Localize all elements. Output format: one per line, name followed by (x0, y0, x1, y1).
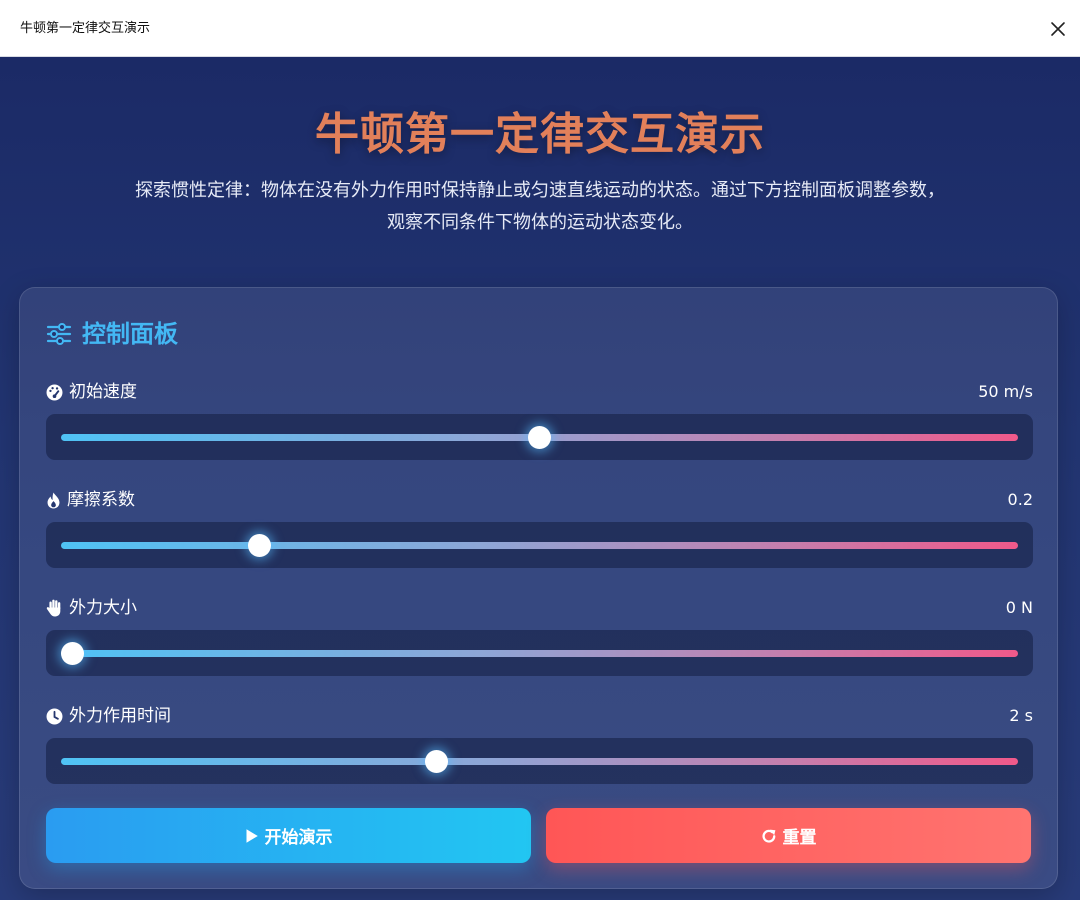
reset-button[interactable]: 重置 (546, 808, 1031, 863)
start-demo-button[interactable]: 开始演示 (46, 808, 531, 863)
control-header: 外力大小 0 N (46, 596, 1033, 620)
control-label-text: 摩擦系数 (67, 490, 135, 510)
control-header: 外力作用时间 2 s (46, 704, 1033, 728)
control-label: 外力大小 (46, 596, 137, 620)
control-label-text: 外力大小 (69, 598, 137, 618)
slider-thumb[interactable] (528, 426, 551, 449)
clock-icon (46, 708, 63, 724)
control-panel-header: 控制面板 (46, 316, 178, 352)
slider-force-duration[interactable] (46, 738, 1033, 784)
close-icon (1051, 22, 1065, 36)
control-initial-speed: 初始速度 50 m/s (46, 380, 1033, 472)
slider-friction-coefficient[interactable] (46, 522, 1033, 568)
control-label: 初始速度 (46, 380, 137, 404)
slider-external-force[interactable] (46, 630, 1033, 676)
slider-thumb[interactable] (60, 642, 84, 665)
control-label-text: 外力作用时间 (69, 706, 171, 726)
window-titlebar: 牛顿第一定律交互演示 (0, 0, 1080, 57)
control-panel-title: 控制面板 (82, 320, 178, 348)
control-label: 外力作用时间 (46, 704, 171, 728)
slider-track[interactable] (61, 542, 1018, 549)
control-header: 初始速度 50 m/s (46, 380, 1033, 404)
control-value: 0 N (1005, 598, 1033, 617)
slider-track[interactable] (61, 650, 1018, 657)
window-title: 牛顿第一定律交互演示 (20, 21, 151, 36)
app-content: 牛顿第一定律交互演示 探索惯性定律：物体在没有外力作用时保持静止或匀速直线运动的… (0, 57, 1080, 900)
control-value: 50 m/s (978, 382, 1033, 401)
control-label: 摩擦系数 (46, 488, 135, 512)
play-icon (246, 828, 258, 843)
control-panel: 控制面板 初始速度 50 m/s 摩擦系数 0.2 外力大小 0 N 外力作用时… (19, 287, 1058, 889)
control-value: 2 s (1009, 706, 1033, 725)
slider-initial-speed[interactable] (46, 414, 1033, 460)
control-label-text: 初始速度 (69, 382, 137, 402)
control-value: 0.2 (1007, 490, 1033, 509)
hand-icon (46, 599, 61, 617)
slider-track[interactable] (61, 758, 1018, 765)
control-header: 摩擦系数 0.2 (46, 488, 1033, 512)
reset-label: 重置 (782, 828, 817, 848)
control-force-duration: 外力作用时间 2 s (46, 704, 1033, 796)
start-demo-label: 开始演示 (264, 828, 333, 848)
page-description: 探索惯性定律：物体在没有外力作用时保持静止或匀速直线运动的状态。通过下方控制面板… (135, 180, 945, 233)
sliders-icon (46, 323, 72, 345)
close-button[interactable] (1044, 15, 1072, 43)
slider-thumb[interactable] (425, 750, 449, 773)
control-friction-coefficient: 摩擦系数 0.2 (46, 488, 1033, 580)
slider-thumb[interactable] (247, 534, 271, 557)
redo-icon (761, 829, 775, 843)
fire-icon (47, 492, 60, 508)
gauge-icon (46, 384, 63, 400)
page-title: 牛顿第一定律交互演示 (315, 109, 765, 160)
control-external-force: 外力大小 0 N (46, 596, 1033, 688)
